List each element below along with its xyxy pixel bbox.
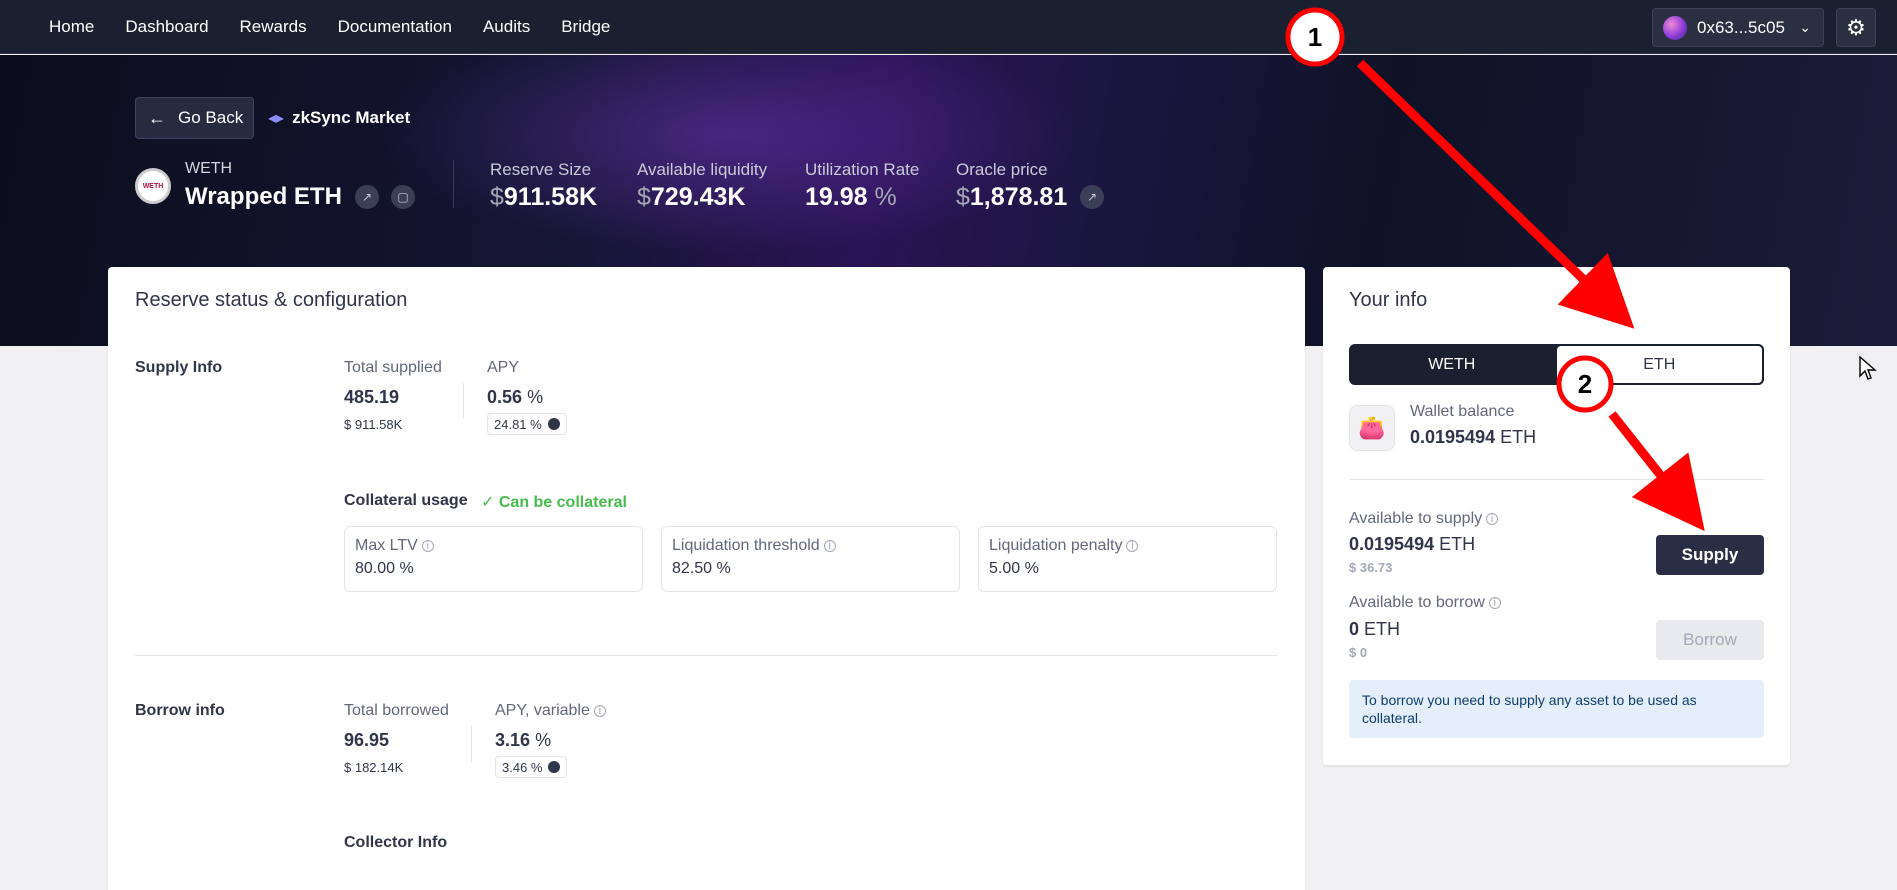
supply-divider <box>463 383 464 419</box>
go-back-label: Go Back <box>178 108 244 127</box>
available-liquidity-value: $729.43K <box>637 183 746 211</box>
section-divider <box>135 655 1277 656</box>
total-supplied-usd: $ 911.58K <box>344 417 403 432</box>
borrow-info-label: Borrow info <box>135 702 225 719</box>
reward-token-icon <box>547 418 560 430</box>
your-info-title: Your info <box>1349 289 1428 311</box>
go-back-button[interactable]: ← Go Back <box>135 97 254 139</box>
oracle-link-button[interactable]: ↗ <box>1080 185 1104 209</box>
reserve-status-panel: Reserve status & configuration Supply In… <box>108 267 1305 890</box>
supply-apy-label: APY <box>487 359 520 376</box>
liquidation-penalty-box: Liquidation penalty i 5.00 % <box>978 526 1277 592</box>
check-icon: ✓ <box>481 494 495 511</box>
nav-audits[interactable]: Audits <box>483 17 530 37</box>
max-ltv-box: Max LTV i 80.00 % <box>344 526 643 592</box>
borrow-apy-label: APY, variable i <box>495 702 606 720</box>
liquidation-penalty-label: Liquidation penalty i <box>989 537 1139 555</box>
main-nav: Home Dashboard Rewards Documentation Aud… <box>49 17 641 37</box>
asset-toggle: WETH ETH <box>1349 344 1764 385</box>
total-borrowed-label: Total borrowed <box>344 702 449 719</box>
total-supplied-label: Total supplied <box>344 359 442 376</box>
collateral-status: ✓ Can be collateral <box>481 494 627 511</box>
collateral-usage-label: Collateral usage <box>344 492 468 509</box>
total-supplied-value: 485.19 <box>344 387 400 407</box>
available-borrow-usd: $ 0 <box>1349 645 1368 660</box>
available-borrow-label: Available to borrow i <box>1349 594 1501 612</box>
asset-symbol: WETH <box>185 160 233 177</box>
arrow-left-icon: ← <box>148 107 166 128</box>
nav-dashboard[interactable]: Dashboard <box>125 17 208 37</box>
weth-logo-text: WETH <box>142 182 164 190</box>
total-borrowed-value: 96.95 <box>344 730 390 750</box>
info-icon[interactable]: i <box>1126 539 1139 552</box>
gear-icon: ⚙ <box>1846 14 1866 40</box>
wallet-balance-value: 0.0195494 ETH <box>1410 427 1537 447</box>
reserve-status-title: Reserve status & configuration <box>135 289 408 311</box>
reserve-size-label: Reserve Size <box>490 160 592 179</box>
settings-button[interactable]: ⚙ <box>1836 8 1876 47</box>
top-navigation-bar: Home Dashboard Rewards Documentation Aud… <box>0 0 1897 54</box>
your-info-divider <box>1349 479 1764 480</box>
info-icon[interactable]: i <box>823 539 836 552</box>
utilization-rate-label: Utilization Rate <box>805 160 920 179</box>
available-liquidity-label: Available liquidity <box>637 160 768 179</box>
external-link-icon: ↗ <box>1086 190 1098 204</box>
supply-button[interactable]: Supply <box>1656 535 1764 575</box>
nav-home[interactable]: Home <box>49 17 94 37</box>
liquidation-penalty-value: 5.00 % <box>989 560 1039 577</box>
info-icon[interactable]: i <box>1488 596 1501 609</box>
zksync-logo-icon: ◂▸ <box>268 110 285 127</box>
wallet-avatar <box>1663 15 1687 40</box>
wallet-icon: 👛 <box>1349 405 1395 451</box>
borrow-apy-value: 3.16 % <box>495 730 552 750</box>
info-icon[interactable]: i <box>1486 512 1499 525</box>
market-label: ◂▸ zkSync Market <box>268 108 410 128</box>
reserve-size-value: $911.58K <box>490 183 598 211</box>
add-to-wallet-button[interactable]: ▢ <box>391 185 415 209</box>
available-supply-label: Available to supply i <box>1349 510 1499 528</box>
nav-bridge[interactable]: Bridge <box>561 17 610 37</box>
nav-documentation[interactable]: Documentation <box>338 17 452 37</box>
available-supply-value: 0.0195494 ETH <box>1349 534 1476 554</box>
tab-weth[interactable]: WETH <box>1349 344 1555 385</box>
tab-eth[interactable]: ETH <box>1554 344 1764 385</box>
info-icon[interactable]: i <box>421 539 434 552</box>
oracle-price-label: Oracle price <box>956 160 1048 179</box>
hero-divider <box>453 160 454 208</box>
liquidation-threshold-value: 82.50 % <box>672 560 731 577</box>
utilization-rate-value: 19.98 % <box>805 183 897 211</box>
liquidation-threshold-label: Liquidation threshold i <box>672 537 836 555</box>
total-borrowed-usd: $ 182.14K <box>344 760 404 775</box>
supply-info-label: Supply Info <box>135 359 223 376</box>
max-ltv-label: Max LTV i <box>355 537 434 555</box>
supply-incentive-badge[interactable]: 24.81 % <box>487 413 567 435</box>
max-ltv-value: 80.00 % <box>355 560 414 577</box>
asset-name: Wrapped ETH <box>185 183 342 210</box>
external-link-button[interactable]: ↗ <box>355 185 379 209</box>
available-supply-usd: $ 36.73 <box>1349 560 1393 575</box>
info-icon[interactable]: i <box>593 704 606 717</box>
borrow-notice: To borrow you need to supply any asset t… <box>1349 680 1764 738</box>
your-info-panel: Your info WETH ETH 👛 Wallet balance 0.01… <box>1323 267 1790 765</box>
mouse-cursor-icon <box>1859 356 1877 380</box>
wallet-icon: ▢ <box>397 190 409 204</box>
wallet-button[interactable]: 0x63...5c05 ⌄ <box>1652 8 1824 47</box>
borrow-incentive-badge[interactable]: 3.46 % <box>495 756 568 778</box>
borrow-divider <box>471 726 472 762</box>
liquidation-threshold-box: Liquidation threshold i 82.50 % <box>661 526 960 592</box>
collector-info-label: Collector Info <box>344 834 448 851</box>
available-borrow-value: 0 ETH <box>1349 619 1401 639</box>
external-link-icon: ↗ <box>361 190 373 204</box>
reward-token-icon <box>548 761 561 773</box>
borrow-button[interactable]: Borrow <box>1656 620 1764 660</box>
chevron-down-icon: ⌄ <box>1799 19 1811 35</box>
nav-rewards[interactable]: Rewards <box>240 17 307 37</box>
wallet-balance-label: Wallet balance <box>1410 403 1515 420</box>
market-name: zkSync Market <box>292 108 411 127</box>
wallet-address: 0x63...5c05 <box>1697 17 1785 37</box>
oracle-price-value: $1,878.81 <box>956 183 1068 211</box>
weth-logo: WETH <box>135 168 171 204</box>
supply-apy-value: 0.56 % <box>487 387 544 407</box>
